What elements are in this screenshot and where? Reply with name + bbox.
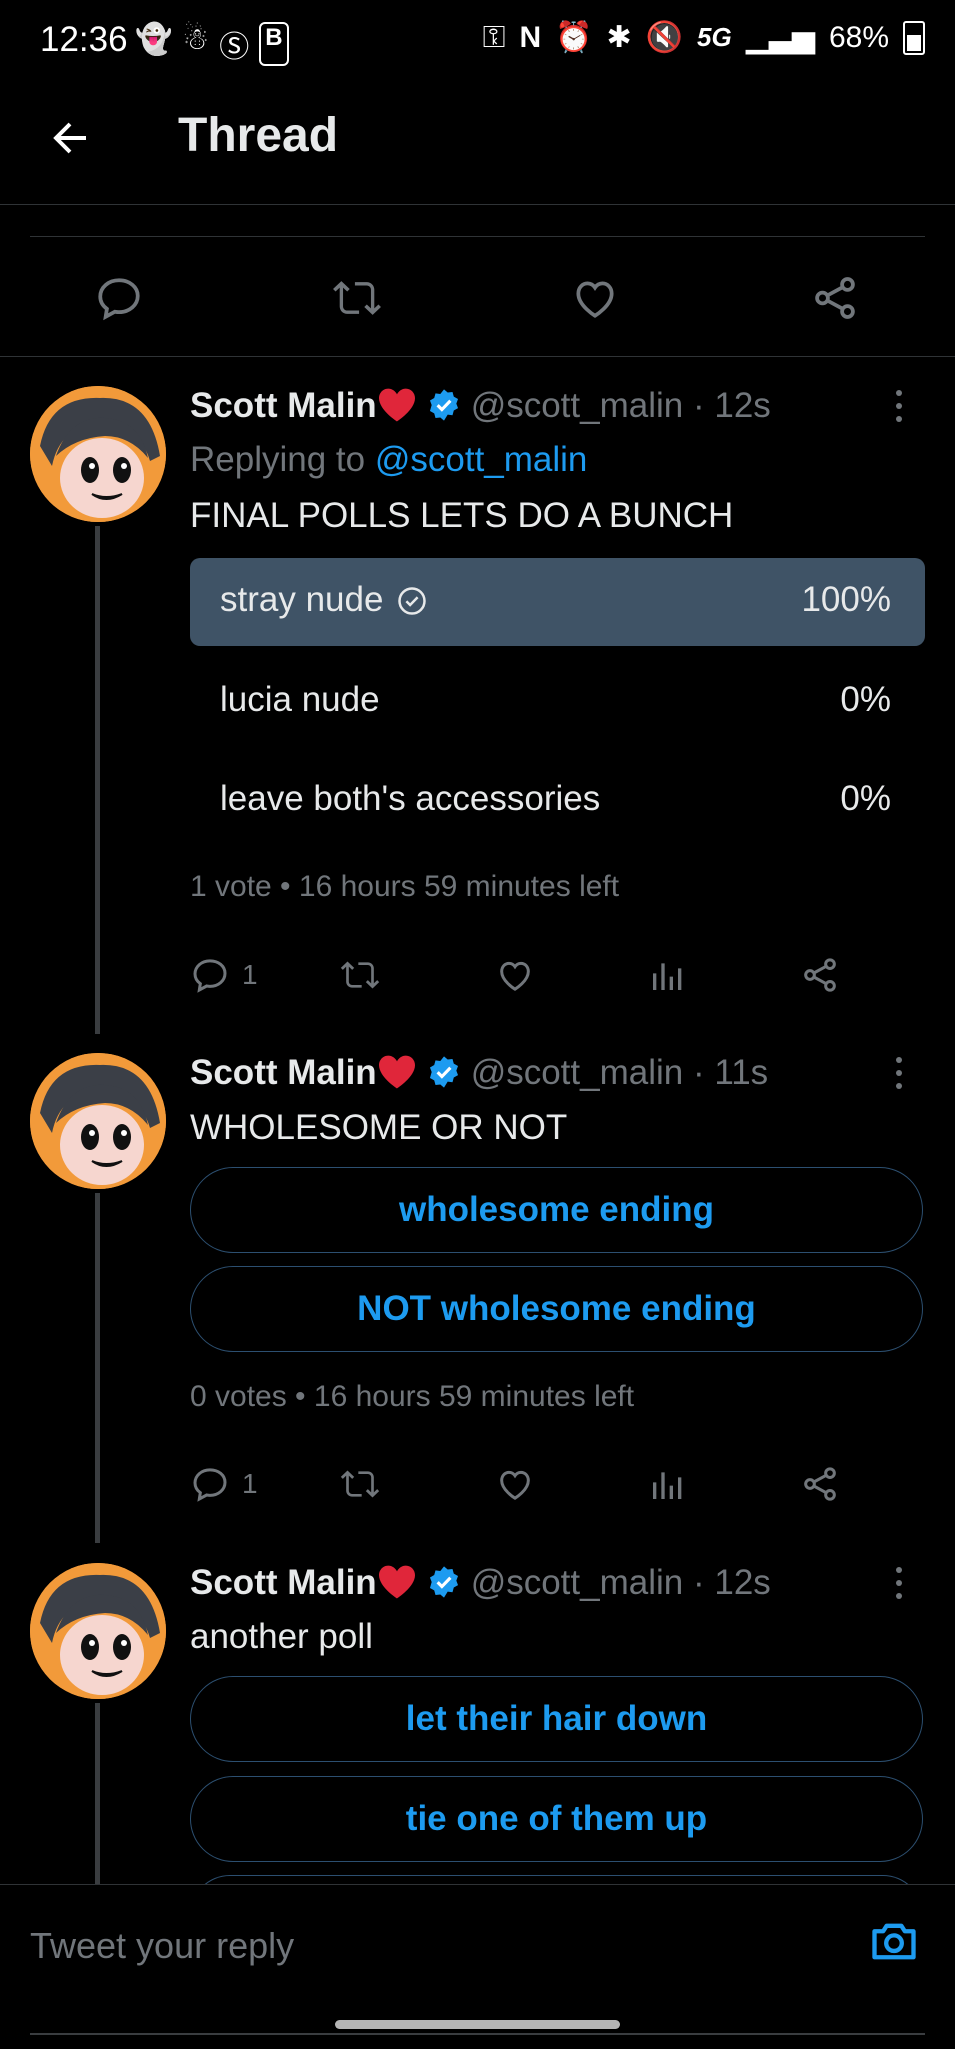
poll-result-percent: 100%	[801, 580, 891, 619]
battery-icon	[903, 20, 925, 55]
avatar[interactable]	[30, 386, 166, 522]
b-app-icon: B	[259, 22, 289, 66]
heart-emoji-icon	[378, 1565, 415, 1599]
poll-option-button[interactable]: NOT wholesome ending	[190, 1266, 923, 1352]
tweet-age: · 12s	[692, 1563, 771, 1602]
alarm-icon: ⏰	[555, 21, 593, 54]
replying-to: Replying to @scott_malin	[190, 440, 588, 479]
views-icon[interactable]	[648, 1464, 688, 1504]
like-icon[interactable]	[495, 1464, 535, 1504]
more-icon[interactable]	[893, 1057, 905, 1097]
author-handle[interactable]: @scott_malin	[471, 1053, 684, 1092]
avatar[interactable]	[30, 1563, 166, 1699]
verified-badge-icon	[429, 1056, 458, 1088]
author-name[interactable]: Scott Malin	[190, 386, 377, 425]
tweet-author[interactable]: Scott Malin @scott_malin · 12s	[190, 1563, 771, 1603]
tweet-age: · 12s	[692, 386, 771, 425]
thread-line	[95, 1703, 100, 1884]
more-icon[interactable]	[893, 1567, 905, 1607]
s-app-icon: Ⓢ	[219, 31, 250, 64]
tweet-text: FINAL POLLS LETS DO A BUNCH	[190, 496, 734, 535]
heart-emoji-icon	[378, 1055, 415, 1089]
tweet-text: another poll	[190, 1617, 373, 1656]
poll-result: lucia nude 0%	[190, 658, 925, 746]
poll-result-percent: 0%	[840, 779, 891, 818]
poll-result: leave both's accessories 0%	[190, 757, 925, 845]
tweet-author[interactable]: Scott Malin @scott_malin · 11s	[190, 1053, 768, 1093]
app-notification-icon: ☃	[182, 23, 210, 56]
divider	[30, 2033, 925, 2035]
poll-result-label: lucia nude	[220, 680, 380, 719]
nfc-icon: N	[519, 20, 542, 54]
network-label: 5G	[697, 22, 732, 52]
poll-meta: 0 votes • 16 hours 59 minutes left	[190, 1380, 635, 1413]
poll-meta: 1 vote • 16 hours 59 minutes left	[190, 870, 620, 903]
thread-line	[95, 1193, 100, 1543]
author-handle[interactable]: @scott_malin	[471, 1563, 684, 1602]
signal-icon: ▁▃▅	[745, 21, 815, 54]
poll-result-label: leave both's accessories	[220, 779, 601, 818]
poll-result-percent: 0%	[840, 680, 891, 719]
check-icon	[398, 587, 427, 615]
like-icon[interactable]	[495, 955, 535, 995]
share-icon[interactable]	[800, 955, 840, 995]
like-icon[interactable]	[570, 273, 620, 323]
mute-icon: 🔇	[645, 21, 684, 54]
verified-badge-icon	[429, 1566, 458, 1598]
reply-icon[interactable]	[190, 1464, 230, 1504]
divider	[0, 356, 955, 357]
battery-percent: 68%	[828, 20, 889, 54]
camera-icon[interactable]	[868, 1915, 920, 1967]
retweet-icon[interactable]	[340, 1464, 380, 1504]
reply-icon[interactable]	[94, 273, 144, 323]
share-icon[interactable]	[810, 273, 860, 323]
poll-option-button[interactable]: let their hair down	[190, 1676, 923, 1762]
retweet-icon[interactable]	[340, 955, 380, 995]
tweet-text: WHOLESOME OR NOT	[190, 1108, 568, 1147]
home-indicator[interactable]	[335, 2020, 620, 2029]
tweet-author[interactable]: Scott Malin @scott_malin · 12s	[190, 386, 771, 426]
tweet-age: · 11s	[692, 1053, 769, 1092]
tweet-actions: 1	[190, 955, 870, 1005]
poll-result-label: stray nude	[220, 580, 427, 620]
more-icon[interactable]	[893, 390, 905, 430]
reply-count: 1	[242, 1468, 258, 1499]
main-tweet-actions	[30, 236, 925, 357]
thread-header: Thread	[0, 84, 955, 205]
verified-badge-icon	[429, 389, 458, 421]
bluetooth-icon: ✱	[606, 21, 632, 54]
snapchat-icon: 👻	[135, 23, 173, 56]
notification-icons: 👻 ☃ Ⓢ B	[135, 22, 289, 66]
status-bar: 12:36 👻 ☃ Ⓢ B ⚿ N ⏰ ✱ 🔇 5G ▁▃▅ 68%	[0, 0, 955, 84]
author-name[interactable]: Scott Malin	[190, 1053, 377, 1092]
author-name[interactable]: Scott Malin	[190, 1563, 377, 1602]
replying-to-link[interactable]: @scott_malin	[375, 440, 588, 479]
status-time: 12:36	[40, 20, 128, 59]
reply-input[interactable]: Tweet your reply	[30, 1925, 294, 1967]
poll-result: stray nude 100%	[190, 558, 925, 646]
poll-option-button[interactable]: tie one of them up	[190, 1776, 923, 1862]
retweet-icon[interactable]	[332, 273, 382, 323]
reply-icon[interactable]	[190, 955, 230, 995]
page-title: Thread	[178, 109, 339, 162]
heart-emoji-icon	[378, 388, 415, 422]
thread-line	[95, 526, 100, 1034]
author-handle[interactable]: @scott_malin	[471, 386, 684, 425]
share-icon[interactable]	[800, 1464, 840, 1504]
poll-option-button[interactable]: wholesome ending	[190, 1167, 923, 1253]
back-arrow-icon[interactable]	[46, 114, 94, 162]
views-icon[interactable]	[648, 955, 688, 995]
avatar[interactable]	[30, 1053, 166, 1189]
key-icon: ⚿	[482, 20, 506, 54]
reply-count: 1	[242, 959, 258, 990]
system-icons: ⚿ N ⏰ ✱ 🔇 5G ▁▃▅ 68%	[483, 20, 925, 55]
tweet-actions: 1	[190, 1464, 870, 1514]
